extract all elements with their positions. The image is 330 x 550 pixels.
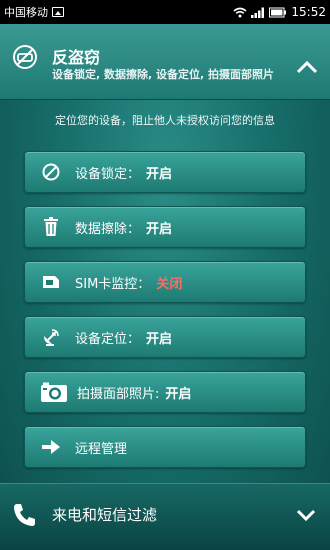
sim-monitor-button[interactable]: SIM卡监控： 关闭 [24, 261, 306, 303]
satellite-icon [39, 325, 63, 349]
call-sms-filter-header[interactable]: 来电和短信过滤 [0, 483, 330, 550]
section-subtitle: 设备锁定, 数据擦除, 设备定位, 拍摄面部照片 [52, 68, 275, 81]
button-status: 开启 [146, 221, 173, 237]
sim-icon [39, 270, 63, 294]
section-description: 定位您的设备，阻止他人未授权访问您的信息 [55, 114, 275, 127]
remote-manage-button[interactable]: 远程管理 [24, 426, 306, 468]
clock: 15:52 [291, 5, 326, 19]
wifi-icon [233, 7, 247, 17]
button-label: SIM卡监控： [75, 276, 151, 292]
main-content: 反盗窃 设备锁定, 数据擦除, 设备定位, 拍摄面部照片 定位您的设备，阻止他人… [0, 24, 330, 550]
button-label: 设备定位： [75, 331, 141, 347]
device-lock-button[interactable]: 设备锁定： 开启 [24, 151, 306, 193]
button-label: 拍摄面部照片: [77, 386, 160, 402]
button-status: 开启 [165, 386, 192, 402]
camera-icon [39, 380, 69, 404]
button-status: 关闭 [156, 276, 183, 292]
button-label: 设备锁定： [75, 166, 141, 182]
arrow-right-icon [39, 435, 63, 459]
carrier-name: 中国移动 [4, 6, 48, 19]
chevron-up-icon[interactable] [296, 60, 318, 74]
face-photo-button[interactable]: 拍摄面部照片: 开启 [24, 371, 306, 413]
button-label: 远程管理 [75, 441, 128, 457]
status-bar: 中国移动 15:52 [0, 0, 330, 24]
section-title: 反盗窃 [52, 48, 101, 67]
block-icon [39, 160, 63, 184]
trash-icon [39, 215, 63, 239]
button-status: 开启 [146, 331, 173, 347]
anti-theft-icon [13, 45, 37, 69]
anti-theft-header[interactable]: 反盗窃 设备锁定, 数据擦除, 设备定位, 拍摄面部照片 [0, 24, 330, 100]
bottom-section-title: 来电和短信过滤 [52, 506, 158, 524]
phone-icon [14, 504, 35, 526]
button-status: 开启 [146, 166, 173, 182]
signal-icon [251, 7, 265, 18]
button-label: 数据擦除： [75, 221, 141, 237]
battery-icon [269, 7, 287, 17]
data-wipe-button[interactable]: 数据擦除： 开启 [24, 206, 306, 248]
device-locate-button[interactable]: 设备定位： 开启 [24, 316, 306, 358]
image-icon [52, 7, 64, 17]
chevron-down-icon[interactable] [296, 508, 316, 522]
